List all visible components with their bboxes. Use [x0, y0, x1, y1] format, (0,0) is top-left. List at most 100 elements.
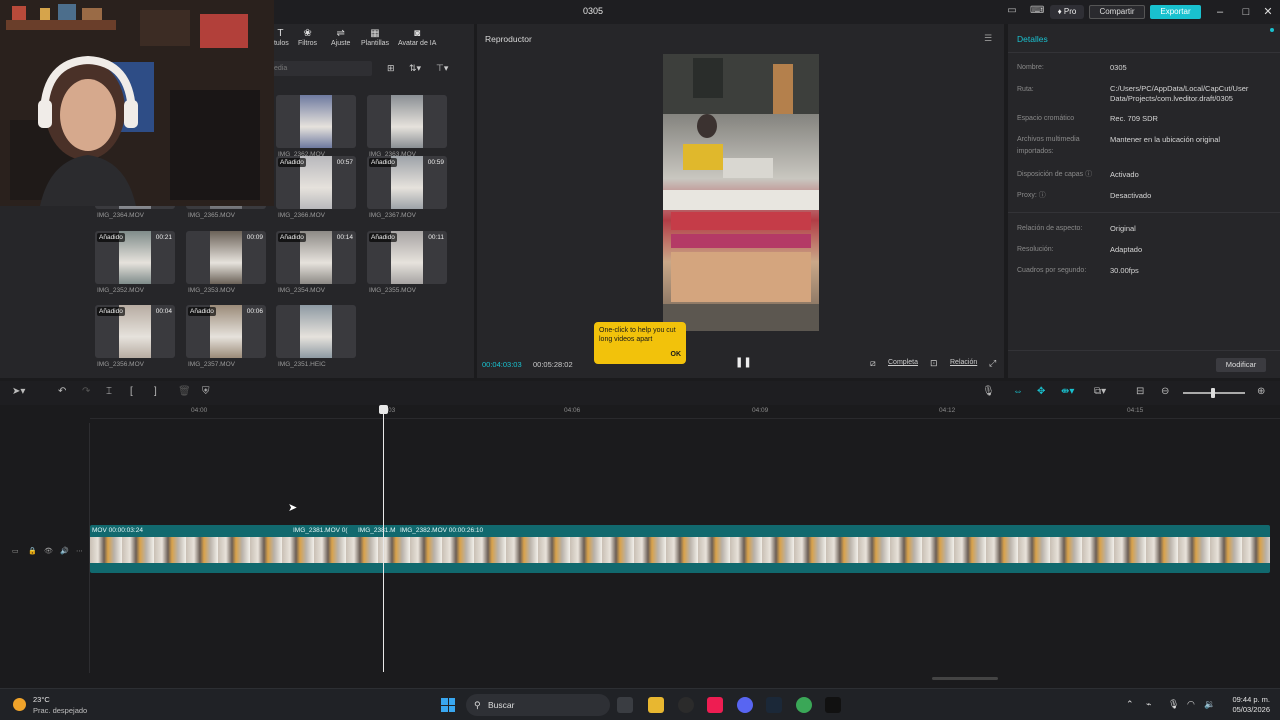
shield-icon[interactable]: ⛨ [202, 386, 210, 397]
clip-thumbnail[interactable]: Añadido 00:21 [95, 231, 175, 284]
clip-filename: IMG_2366.MOV [278, 212, 325, 219]
captions-icon[interactable]: ⊟ [1136, 386, 1144, 397]
lock-icon[interactable]: 🔒 [28, 547, 37, 555]
snap-icon[interactable]: ⇼▾ [1061, 386, 1074, 397]
taskbar: 23°C Prac. despejado ⚲ Buscar ⌃ ⌁ 🎙 ◠ 🔉 … [0, 688, 1280, 720]
filter-icon: ❀ [303, 28, 312, 39]
redo-icon[interactable]: ↷ [82, 386, 90, 397]
media-clip[interactable]: IMG_2351.HEIC [276, 305, 356, 368]
tab-filters[interactable]: ❀ Filtros [298, 28, 317, 47]
clip-thumbnail[interactable]: Añadido 00:11 [367, 231, 447, 284]
eye-icon[interactable]: 👁 [44, 547, 53, 555]
task-view-icon[interactable] [617, 697, 633, 713]
select-tool-icon[interactable]: ➤▾ [12, 386, 25, 397]
playhead[interactable] [383, 405, 384, 672]
more-icon[interactable]: ⋯ [76, 547, 83, 555]
taskbar-search[interactable]: ⚲ Buscar [466, 694, 610, 716]
tooltip-ok-button[interactable]: OK [671, 350, 682, 359]
app-icon[interactable] [678, 697, 694, 713]
preview-axis-icon[interactable]: ⧉▾ [1094, 386, 1106, 397]
media-clip[interactable]: IMG_2362.MOV [276, 95, 356, 158]
link-icon[interactable]: ⇔ [1013, 386, 1023, 397]
windows-start-icon[interactable] [441, 698, 455, 712]
microphone-tray-icon[interactable]: 🎙 [1168, 699, 1179, 710]
tab-texts[interactable]: Títulos [272, 28, 289, 47]
media-clip[interactable]: Añadido 00:11 IMG_2355.MOV [367, 231, 447, 294]
fullscreen-icon[interactable]: ⤢ [989, 358, 996, 369]
video-preview[interactable] [663, 54, 819, 331]
media-clip[interactable]: Añadido 00:57 IMG_2366.MOV [276, 156, 356, 219]
media-clip[interactable]: 00:09 IMG_2353.MOV [186, 231, 266, 294]
magnet-icon[interactable]: ✥ [1037, 386, 1045, 397]
delete-icon[interactable]: 🗑 [178, 386, 191, 397]
chrome-icon[interactable] [796, 697, 812, 713]
sort-icon[interactable]: ⇅▾ [409, 63, 421, 74]
taskbar-clock[interactable]: 09:44 p. m. 05/03/2026 [1222, 695, 1270, 715]
detail-value-imported-media: Mantener en la ubicación original [1110, 135, 1221, 144]
crop-icon[interactable]: ⧄ [870, 358, 876, 369]
share-button[interactable]: Compartir [1089, 5, 1145, 19]
clip-thumbnail[interactable]: Añadido 00:14 [276, 231, 356, 284]
microphone-icon[interactable]: 🎙 [982, 386, 995, 397]
cover-icon[interactable]: ▭ [12, 547, 19, 555]
weather-description[interactable]: Prac. despejado [33, 706, 87, 715]
tab-templates[interactable]: ▦ Plantillas [361, 28, 389, 47]
close-icon[interactable]: ✕ [1260, 5, 1276, 19]
media-clip[interactable]: Añadido 00:21 IMG_2352.MOV [95, 231, 175, 294]
media-clip[interactable]: Añadido 00:14 IMG_2354.MOV [276, 231, 356, 294]
tiktok-icon[interactable] [707, 697, 723, 713]
aspect-ratio-button[interactable]: Relación [950, 359, 977, 366]
keyboard-icon[interactable]: ⌨ [1030, 5, 1044, 17]
trim-right-icon[interactable]: ] [154, 386, 157, 397]
main-video-track[interactable]: MOV 00:00:03:24 IMG_2381.MOV 0( IMG_2381… [90, 525, 1270, 573]
clip-thumbnail[interactable] [367, 95, 447, 148]
capcut-icon[interactable] [825, 697, 841, 713]
snapshot-icon[interactable]: ⊡ [930, 358, 938, 369]
minimize-icon[interactable]: – [1212, 5, 1228, 19]
grid-view-icon[interactable]: ⊞ [387, 63, 395, 74]
network-icon[interactable]: ⌁ [1146, 699, 1151, 710]
tab-ai-avatar[interactable]: ◙ Avatar de IA [398, 28, 436, 47]
media-clip[interactable]: Añadido 00:06 IMG_2357.MOV [186, 305, 266, 368]
full-quality-button[interactable]: Completa [888, 359, 918, 366]
zoom-out-icon[interactable]: ⊖ [1161, 386, 1169, 397]
media-search-input[interactable]: edia [270, 61, 372, 76]
media-clip[interactable]: Añadido 00:04 IMG_2356.MOV [95, 305, 175, 368]
media-clip[interactable]: Añadido 00:59 IMG_2367.MOV [367, 156, 447, 219]
avatar-icon: ◙ [414, 28, 421, 39]
menu-icon[interactable]: ☰ [984, 33, 992, 44]
timeline-scrollbar[interactable] [932, 677, 998, 680]
clip-thumbnail[interactable]: Añadido 00:06 [186, 305, 266, 358]
weather-icon[interactable] [13, 698, 26, 711]
steam-icon[interactable] [766, 697, 782, 713]
modify-button[interactable]: Modificar [1216, 358, 1266, 372]
time-ruler[interactable]: 04:00 03 04:06 04:09 04:12 04:15 [90, 405, 1280, 419]
zoom-in-icon[interactable]: ⊕ [1257, 386, 1265, 397]
media-clip[interactable]: IMG_2363.MOV [367, 95, 447, 158]
volume-icon[interactable]: 🔉 [1204, 699, 1215, 710]
weather-temperature[interactable]: 23°C [33, 695, 50, 704]
layout-icon[interactable]: ▭ [1005, 5, 1019, 17]
tray-chevron-icon[interactable]: ⌃ [1126, 699, 1134, 710]
file-explorer-icon[interactable] [648, 697, 664, 713]
clip-thumbnail[interactable] [276, 95, 356, 148]
pro-badge[interactable]: ♦ Pro [1050, 5, 1084, 19]
discord-icon[interactable] [737, 697, 753, 713]
undo-icon[interactable]: ↶ [58, 386, 66, 397]
zoom-slider-handle[interactable] [1211, 388, 1215, 398]
export-button[interactable]: Exportar [1150, 5, 1201, 19]
clip-thumbnail[interactable]: 00:09 [186, 231, 266, 284]
playhead-handle[interactable] [379, 405, 388, 414]
audio-icon[interactable]: 🔊 [60, 547, 69, 555]
wifi-icon[interactable]: ◠ [1187, 699, 1195, 710]
trim-left-icon[interactable]: [ [130, 386, 133, 397]
filter-menu-icon[interactable]: ⊤▾ [436, 63, 448, 74]
clip-thumbnail[interactable] [276, 305, 356, 358]
pause-icon[interactable]: ❚❚ [735, 357, 752, 368]
clip-thumbnail[interactable]: Añadido 00:04 [95, 305, 175, 358]
tab-adjust[interactable]: ⇌ Ajuste [331, 28, 350, 47]
clip-thumbnail[interactable]: Añadido 00:57 [276, 156, 356, 209]
split-icon[interactable]: ⌶ [106, 386, 112, 397]
maximize-icon[interactable]: □ [1238, 5, 1254, 19]
clip-thumbnail[interactable]: Añadido 00:59 [367, 156, 447, 209]
